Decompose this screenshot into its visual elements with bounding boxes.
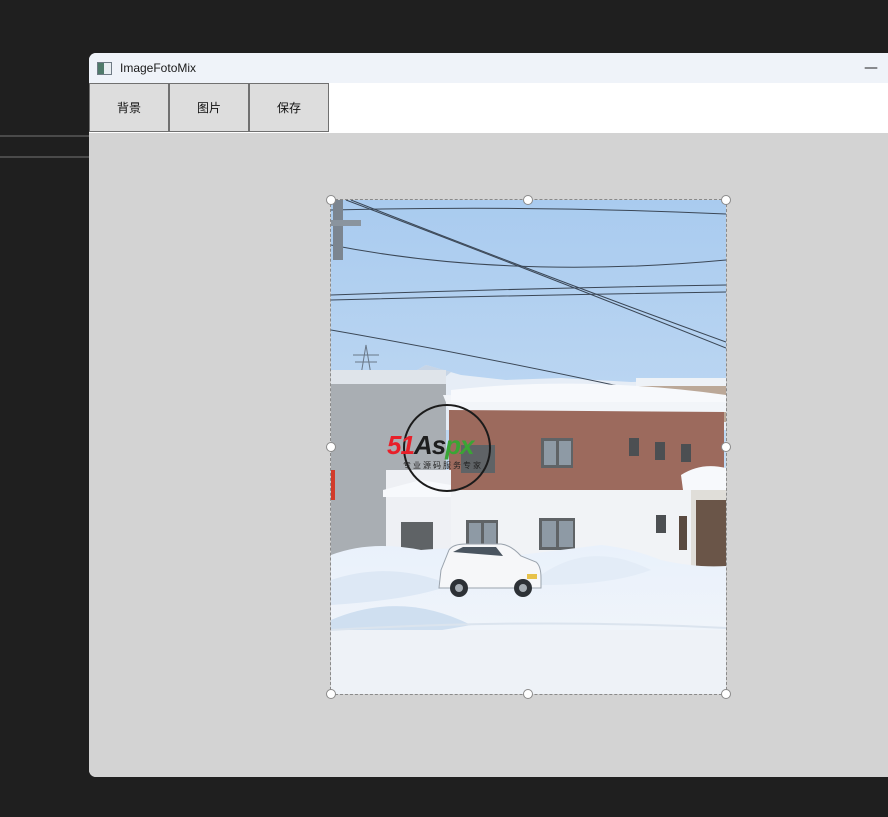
resize-handle-bottom-right[interactable] [721, 689, 731, 699]
resize-handle-bottom[interactable] [523, 689, 533, 699]
window-title: ImageFotoMix [120, 61, 197, 75]
save-button[interactable]: 保存 [249, 83, 329, 132]
resize-handle-right[interactable] [721, 442, 731, 452]
watermark-brand: 51Aspx [387, 430, 475, 460]
photo-layer[interactable]: 51Aspx 专业源码服务专家 [326, 195, 731, 699]
minimize-icon: — [864, 60, 878, 76]
app-window: ImageFotoMix — 背景 图片 保存 51Aspx 专业源码服务专家 [89, 53, 888, 777]
resize-handle-top-left[interactable] [326, 195, 336, 205]
background-divider [0, 135, 89, 137]
image-button[interactable]: 图片 [169, 83, 249, 132]
background-divider [0, 156, 89, 158]
toolbar: 背景 图片 保存 [89, 83, 888, 133]
resize-handle-top[interactable] [523, 195, 533, 205]
canvas-area[interactable]: 51Aspx 专业源码服务专家 [89, 133, 888, 777]
resize-handle-left[interactable] [326, 442, 336, 452]
image-app-icon [97, 61, 112, 75]
resize-handle-bottom-left[interactable] [326, 689, 336, 699]
minimize-button[interactable]: — [857, 53, 885, 83]
title-bar[interactable]: ImageFotoMix — [89, 53, 888, 83]
watermark-subtitle: 专业源码服务专家 [403, 461, 483, 470]
background-button[interactable]: 背景 [89, 83, 169, 132]
resize-handle-top-right[interactable] [721, 195, 731, 205]
watermark-logo[interactable]: 51Aspx 专业源码服务专家 [387, 402, 522, 492]
